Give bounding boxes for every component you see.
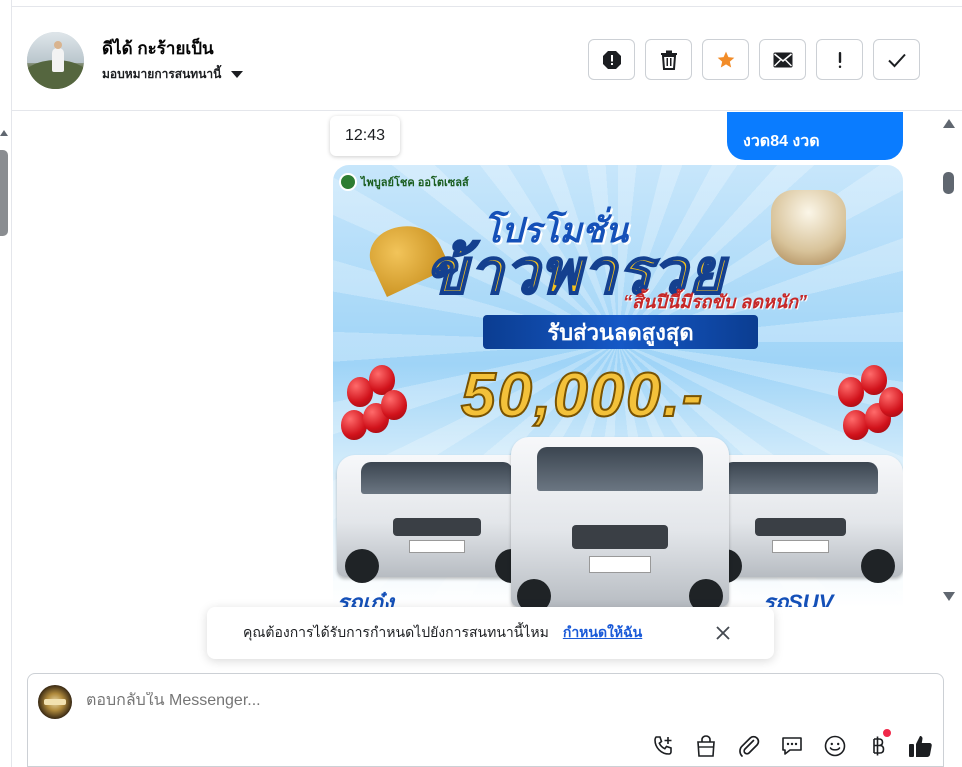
reply-composer bbox=[27, 673, 944, 767]
payment-button[interactable] bbox=[863, 729, 893, 761]
promo-brand-text: ไพบูลย์โชค ออโตเซลส์ bbox=[361, 177, 469, 189]
stop-octagon-icon bbox=[602, 50, 621, 69]
rice-bag-graphic bbox=[771, 190, 846, 265]
contact-avatar[interactable] bbox=[27, 32, 84, 89]
chevron-down-icon bbox=[231, 71, 244, 78]
promo-brand: ไพบูลย์โชค ออโตเซลส์ bbox=[339, 173, 469, 191]
trash-icon bbox=[660, 50, 677, 70]
chat-bubble-icon bbox=[782, 737, 802, 755]
thumbs-up-icon bbox=[909, 736, 932, 757]
scroll-up-arrow[interactable] bbox=[943, 119, 955, 128]
assign-conversation-dropdown[interactable]: มอบหมายการสนทนานี้ bbox=[102, 65, 244, 84]
composer-tools bbox=[648, 729, 936, 761]
block-button[interactable] bbox=[588, 39, 635, 80]
assign-label: มอบหมายการสนทนานี้ bbox=[102, 67, 222, 81]
promo-discount-band: รับส่วนลดสูงสุด bbox=[483, 315, 758, 349]
call-add-button[interactable] bbox=[648, 731, 678, 761]
pickup-car-graphic bbox=[511, 437, 729, 607]
delete-button[interactable] bbox=[645, 39, 692, 80]
assign-to-me-link[interactable]: กำหนดให้ฉัน bbox=[563, 622, 642, 644]
envelope-icon bbox=[773, 52, 792, 67]
scroll-down-arrow[interactable] bbox=[943, 592, 955, 601]
left-scrollbar-thumb[interactable] bbox=[0, 150, 8, 236]
emoji-button[interactable] bbox=[820, 731, 850, 761]
paperclip-icon bbox=[739, 735, 760, 757]
thread-scrollbar[interactable] bbox=[938, 112, 960, 612]
reply-input[interactable] bbox=[86, 692, 686, 710]
shopping-bag-button[interactable] bbox=[691, 731, 721, 761]
shopping-bag-icon bbox=[697, 735, 715, 757]
header-actions bbox=[588, 39, 920, 80]
mark-unread-button[interactable] bbox=[759, 39, 806, 80]
page-avatar bbox=[38, 685, 72, 719]
check-icon bbox=[887, 53, 906, 67]
done-button[interactable] bbox=[873, 39, 920, 80]
star-icon bbox=[717, 51, 734, 67]
sedan-car-graphic bbox=[337, 455, 537, 583]
brand-logo bbox=[339, 173, 357, 191]
notification-dot bbox=[883, 729, 891, 737]
promo-label-left: รถเก๋ง bbox=[337, 590, 394, 607]
baht-icon bbox=[873, 736, 885, 756]
call-add-icon bbox=[654, 736, 672, 755]
left-scroll-up-arrow[interactable] bbox=[0, 130, 8, 136]
conversation-header: ดีได้ กะร้ายเป็น มอบหมายการสนทนานี้ bbox=[12, 7, 962, 111]
spam-button[interactable] bbox=[816, 39, 863, 80]
message-thread[interactable]: งวด84 งวด 12:43 ไพบูลย์โชค ออโตเซลส์ โปร… bbox=[12, 112, 938, 668]
like-button[interactable] bbox=[906, 731, 936, 761]
balloon-graphic bbox=[879, 387, 903, 417]
close-icon[interactable] bbox=[714, 624, 732, 642]
scrollbar-thumb[interactable] bbox=[943, 172, 954, 194]
balloon-graphic bbox=[381, 390, 407, 420]
promo-image[interactable]: ไพบูลย์โชค ออโตเซลส์ โปรโมชั่น ข้าวพารวย… bbox=[333, 165, 903, 607]
left-gutter bbox=[0, 0, 12, 767]
exclamation-icon bbox=[838, 51, 841, 68]
saved-replies-button[interactable] bbox=[777, 731, 807, 761]
star-button[interactable] bbox=[702, 39, 749, 80]
promo-subtitle: “สิ้นปีนี้มีรถขับ ลดหนัก” bbox=[623, 292, 807, 312]
promo-amount: 50,000.- bbox=[460, 360, 705, 431]
attach-button[interactable] bbox=[734, 731, 764, 761]
smiley-icon bbox=[824, 735, 846, 757]
toast-text: คุณต้องการได้รับการกำหนดไปยังการสนทนานี้… bbox=[243, 624, 549, 640]
promo-label-right: รถSUV bbox=[763, 590, 834, 607]
contact-name[interactable]: ดีได้ กะร้ายเป็น bbox=[102, 35, 214, 62]
timestamp-tooltip: 12:43 bbox=[330, 116, 400, 156]
assign-prompt-toast: คุณต้องการได้รับการกำหนดไปยังการสนทนานี้… bbox=[207, 607, 774, 659]
outgoing-message-bubble[interactable]: งวด84 งวด bbox=[727, 112, 903, 160]
